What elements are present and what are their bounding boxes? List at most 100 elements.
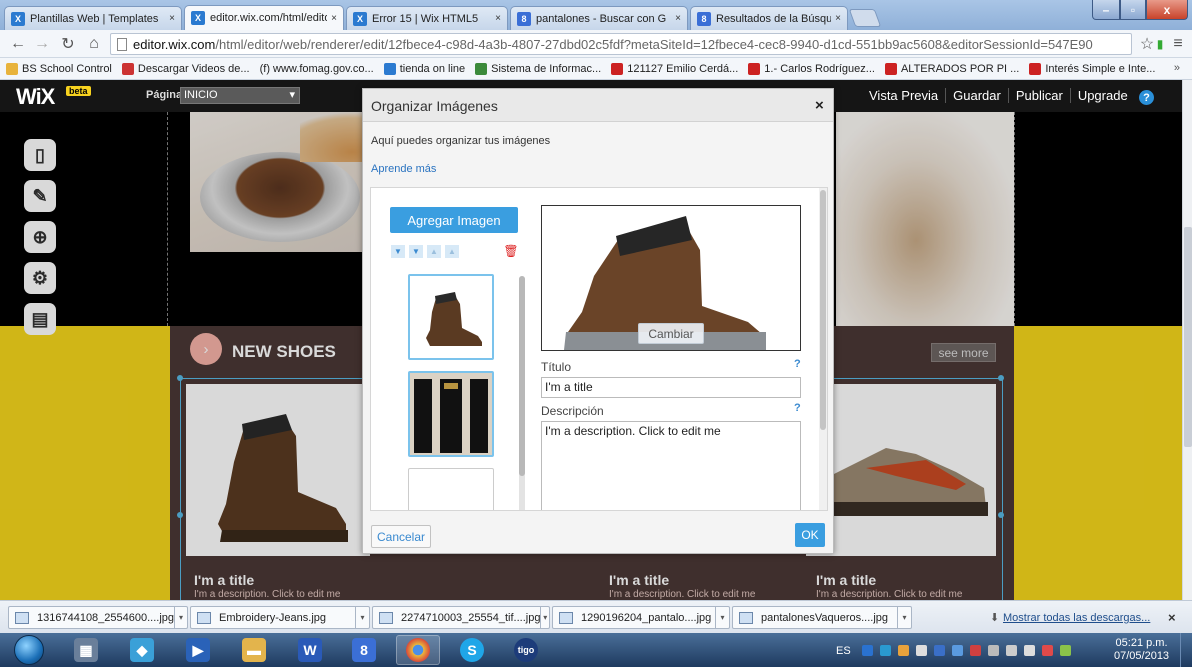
home-icon[interactable]: ⌂	[84, 34, 104, 54]
bookmark-item[interactable]: Sistema de Informac...	[475, 62, 601, 75]
help-icon[interactable]: ?	[1139, 90, 1154, 105]
thumbnail-scrollbar[interactable]	[519, 276, 525, 510]
address-bar[interactable]: editor.wix.com /html/editor/web/renderer…	[110, 33, 1132, 55]
title-label: Título	[541, 360, 572, 374]
scrollbar-thumb[interactable]	[1184, 227, 1192, 447]
volume-icon[interactable]	[1024, 645, 1035, 656]
show-desktop-button[interactable]	[1180, 633, 1192, 667]
panel-scrollbar[interactable]	[819, 188, 827, 510]
add-image-button[interactable]: Agregar Imagen	[390, 207, 518, 233]
taskbar-app[interactable]: ◆	[120, 635, 164, 665]
taskbar-explorer[interactable]: ▬	[232, 635, 276, 665]
bookmark-item[interactable]: Interés Simple e Inte...	[1029, 62, 1155, 75]
cancel-button[interactable]: Cancelar	[371, 525, 431, 548]
move-bottom-icon[interactable]: ▼	[391, 245, 405, 258]
wix-menu: Vista Previa Guardar Publicar Upgrade	[862, 88, 1135, 103]
image-file-icon	[15, 611, 29, 624]
bookmarks-more-button[interactable]: »	[1174, 62, 1180, 74]
download-item[interactable]: 2274710003_25554_tif....jpg ▾	[372, 606, 550, 629]
title-field[interactable]: I'm a title	[541, 377, 801, 398]
tab-close-icon[interactable]: ×	[331, 13, 337, 24]
move-up-icon[interactable]: ▲	[427, 245, 441, 258]
close-icon[interactable]: ×	[815, 97, 824, 114]
system-clock[interactable]: 05:21 p.m. 07/05/2013	[1114, 637, 1169, 663]
tab-pantalones-search[interactable]: 8 pantalones - Buscar con G ×	[510, 6, 688, 30]
show-all-downloads-link[interactable]: Mostrar todas las descargas...	[1003, 612, 1150, 624]
save-button[interactable]: Guardar	[945, 88, 1008, 103]
back-arrow-icon[interactable]: ←	[8, 34, 28, 54]
description-field[interactable]: I'm a description. Click to edit me	[541, 421, 801, 510]
bookmark-item[interactable]: tienda on line	[383, 62, 465, 75]
thumbnail-third[interactable]	[408, 468, 494, 510]
thumbnail-boot[interactable]	[408, 274, 494, 360]
bookmark-item[interactable]: ALTERADOS POR PI ...	[884, 62, 1019, 75]
taskbar-chrome[interactable]	[396, 635, 440, 665]
minimize-icon[interactable]: –	[1092, 0, 1120, 20]
forward-arrow-icon[interactable]: →	[32, 34, 52, 54]
chevron-down-icon[interactable]: ▾	[355, 607, 369, 628]
move-down-icon[interactable]: ▼	[409, 245, 423, 258]
thumbnail-jeans[interactable]	[408, 371, 494, 457]
tray-chrome-icon[interactable]	[898, 645, 909, 656]
bookmark-label: 121127 Emilio Cerdá...	[627, 62, 739, 75]
tab-wix-editor[interactable]: X editor.wix.com/html/edito ×	[184, 5, 344, 30]
google-icon: 8	[352, 638, 376, 662]
bookmark-item[interactable]: (f) www.fomag.gov.co...	[260, 63, 374, 75]
learn-more-link[interactable]: Aprende más	[371, 163, 436, 175]
download-item[interactable]: pantalonesVaqueros....jpg ▾	[732, 606, 912, 629]
chevron-down-icon[interactable]: ▾	[540, 607, 549, 628]
tray-app-icon[interactable]	[880, 645, 891, 656]
help-icon[interactable]: ?	[794, 358, 801, 370]
move-top-icon[interactable]: ▲	[445, 245, 459, 258]
bookmark-item[interactable]: 121127 Emilio Cerdá...	[611, 62, 739, 75]
change-image-button[interactable]: Cambiar	[638, 323, 704, 344]
page-select[interactable]: INICIO	[180, 87, 300, 104]
tab-close-icon[interactable]: ×	[169, 13, 175, 24]
menu-icon[interactable]: ≡	[1168, 34, 1188, 54]
reload-icon[interactable]: ↻	[58, 34, 78, 54]
chevron-down-icon[interactable]: ▾	[897, 607, 911, 628]
tab-close-icon[interactable]: ×	[835, 13, 841, 24]
language-indicator[interactable]: ES	[836, 645, 851, 657]
tray-app-icon[interactable]	[934, 645, 945, 656]
download-item[interactable]: Embroidery-Jeans.jpg ▾	[190, 606, 370, 629]
tray-app-icon[interactable]	[1060, 645, 1071, 656]
close-downloads-icon[interactable]: ×	[1168, 610, 1176, 625]
tab-close-icon[interactable]: ×	[495, 13, 501, 24]
tray-flag-icon[interactable]	[916, 645, 927, 656]
upgrade-button[interactable]: Upgrade	[1069, 88, 1135, 103]
bookmark-item[interactable]: 1.- Carlos Rodríguez...	[748, 62, 875, 75]
tray-power-icon[interactable]	[988, 645, 999, 656]
bookmark-item[interactable]: BS School Control	[6, 62, 112, 75]
tab-plantillas[interactable]: X Plantillas Web | Templates ×	[4, 6, 182, 30]
tab-resultados[interactable]: 8 Resultados de la Búsqueda ×	[690, 6, 848, 30]
taskbar-tigo[interactable]: tigo	[504, 635, 548, 665]
trash-icon[interactable]: 🗑	[503, 243, 518, 258]
new-tab-button[interactable]	[848, 9, 882, 27]
taskbar-calculator[interactable]: ▦	[64, 635, 108, 665]
ok-button[interactable]: OK	[795, 523, 825, 547]
bookmark-item[interactable]: Descargar Videos de...	[121, 62, 250, 75]
tab-error-15[interactable]: X Error 15 | Wix HTML5 ×	[346, 6, 508, 30]
chevron-down-icon[interactable]: ▾	[715, 607, 729, 628]
tab-close-icon[interactable]: ×	[675, 13, 681, 24]
tray-app-icon[interactable]	[970, 645, 981, 656]
tray-app-icon[interactable]	[1042, 645, 1053, 656]
publish-button[interactable]: Publicar	[1007, 88, 1070, 103]
chevron-down-icon[interactable]: ▾	[174, 607, 187, 628]
taskbar-word[interactable]: W	[288, 635, 332, 665]
taskbar-media[interactable]: ▶	[176, 635, 220, 665]
tray-app-icon[interactable]	[952, 645, 963, 656]
download-item[interactable]: 1290196204_pantalo....jpg ▾	[552, 606, 730, 629]
help-icon[interactable]: ?	[794, 402, 801, 414]
start-button[interactable]	[14, 635, 44, 665]
taskbar-google[interactable]: 8	[342, 635, 386, 665]
download-item[interactable]: 1316744108_2554600....jpg ▾	[8, 606, 188, 629]
tray-app-icon[interactable]	[862, 645, 873, 656]
network-signal-icon[interactable]	[1006, 645, 1017, 656]
close-window-icon[interactable]: x	[1146, 0, 1188, 20]
maximize-icon[interactable]: ▫	[1120, 0, 1146, 20]
preview-button[interactable]: Vista Previa	[862, 88, 945, 103]
taskbar-skype[interactable]: S	[450, 635, 494, 665]
page-scrollbar[interactable]	[1182, 80, 1192, 600]
